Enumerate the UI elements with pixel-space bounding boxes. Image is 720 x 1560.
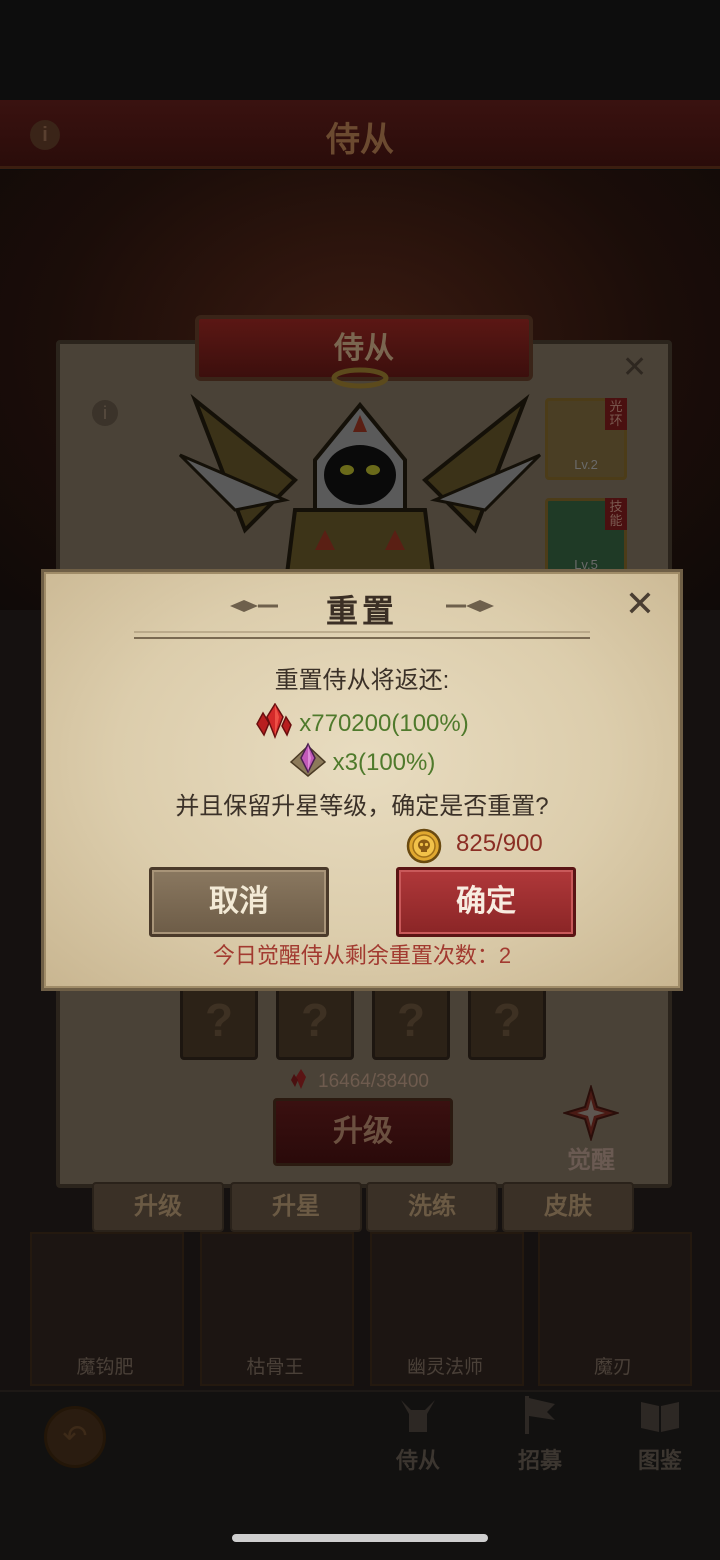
locked-slot[interactable]: ? [180,982,258,1060]
locked-slot[interactable]: ? [372,982,450,1060]
star-gem-icon [289,742,327,785]
return-crystal-row: x770200(100%) [44,702,680,746]
confirm-question-text: 并且保留升星等级，确定是否重置? [175,793,549,820]
upgrade-cost: 16464/38400 [290,1068,429,1096]
locked-slot[interactable]: ? [276,982,354,1060]
follower-name: 魔钩肥 [76,1357,134,1378]
tab-star-up[interactable]: 升星 [230,1182,362,1232]
awaken-label: 觉醒 [567,1147,615,1174]
nav-followers[interactable]: 侍从 [368,1392,468,1475]
return-star-row: x3(100%) [44,742,680,785]
upgrade-cost-value: 16464/38400 [318,1071,429,1093]
nav-label: 招募 [517,1448,562,1473]
awaken-button[interactable]: 觉醒 [555,1083,627,1175]
home-indicator[interactable] [232,1534,488,1542]
back-arrow-icon[interactable]: ↶ [44,1406,106,1468]
skill-level: Lv.5 [574,557,598,572]
tab-skin[interactable]: 皮肤 [502,1182,634,1232]
flag-icon [525,1396,555,1434]
red-crystal-icon [255,702,293,746]
confirm-button[interactable]: 确定 [396,867,576,937]
skull-coin-icon [406,828,442,864]
nav-label: 图鉴 [637,1448,682,1473]
book-icon [641,1402,679,1432]
follower-name: 幽灵法师 [406,1357,483,1378]
return-star-amount: x3(100%) [332,748,436,776]
upgrade-button[interactable]: 升级 [273,1098,453,1166]
remaining-resets-text: 今日觉醒侍从剩余重置次数：2 [212,943,512,968]
skill-tag: 光环 [605,398,627,430]
awaken-star-icon [561,1083,621,1143]
skill-level: Lv.2 [574,457,598,472]
helmet-icon [401,1400,435,1432]
dialog-title: 重置 [325,593,398,629]
return-crystal-amount: x770200(100%) [299,709,469,737]
cancel-button[interactable]: 取消 [149,867,329,937]
follower-name: 枯骨王 [246,1357,304,1378]
active-skill-slot[interactable]: 技能 Lv.5 [545,498,627,580]
nav-codex[interactable]: 图鉴 [610,1392,710,1475]
hero-portrait [178,367,542,590]
reset-intro-text: 重置侍从将返还: [274,667,450,694]
panel-info-icon[interactable]: i [92,400,118,426]
page-title: 侍从 [326,121,394,159]
locked-slot[interactable]: ? [468,982,546,1060]
nav-recruit[interactable]: 招募 [490,1392,590,1475]
tab-upgrade[interactable]: 升级 [92,1182,224,1232]
coin-cost-value: 825/900 [456,830,543,857]
nav-label: 侍从 [395,1448,440,1473]
skill-tag: 技能 [605,498,627,530]
panel-close-icon[interactable]: ✕ [622,350,647,385]
halo-skill-slot[interactable]: 光环 Lv.2 [545,398,627,480]
tab-refine[interactable]: 洗练 [366,1182,498,1232]
follower-name: 魔刃 [593,1357,632,1378]
red-crystal-icon [290,1068,312,1096]
close-icon[interactable]: ✕ [622,586,658,622]
